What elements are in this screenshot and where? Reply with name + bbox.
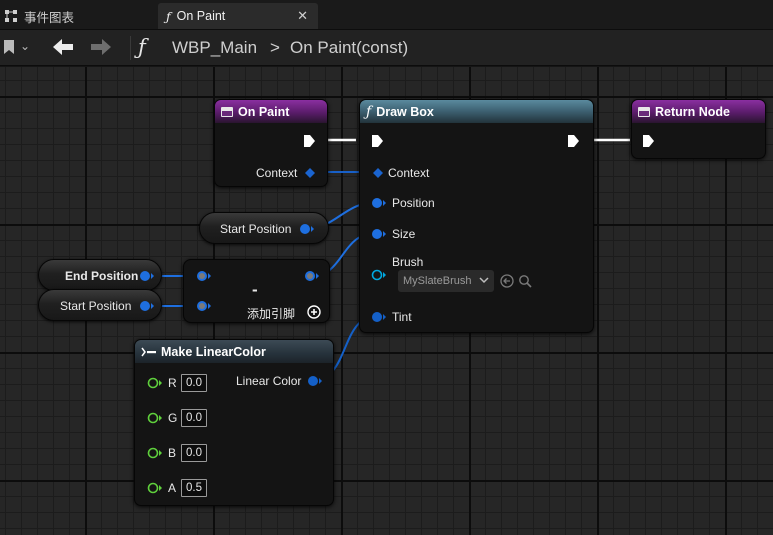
tint-input-pin[interactable] — [371, 311, 387, 323]
tab-label: 事件图表 — [24, 10, 75, 25]
brush-asset-dropdown[interactable]: MySlateBrush — [398, 270, 494, 292]
brush-asset-value: MySlateBrush — [403, 275, 472, 287]
event-graph-icon — [5, 10, 17, 22]
start-position-variable-node[interactable]: Start Position — [199, 212, 329, 244]
float-input-pin-g[interactable] — [147, 412, 163, 424]
breadcrumb-blueprint[interactable]: WBP_Main — [172, 38, 257, 58]
add-pin-label[interactable]: 添加引脚 — [247, 305, 295, 322]
tab-event-graph[interactable]: 事件图表 — [0, 3, 150, 29]
variable-label: End Position — [65, 269, 139, 283]
subtract-operator-symbol: - — [252, 280, 258, 299]
chevron-down-icon[interactable]: ⌄ — [20, 39, 30, 53]
node-header: Make LinearColor — [135, 340, 333, 363]
tab-label: On Paint — [176, 9, 226, 23]
node-header: Return Node — [632, 100, 765, 123]
vector-output-pin[interactable] — [139, 270, 155, 282]
function-icon: ƒ — [366, 103, 372, 120]
exec-output-pin[interactable] — [303, 134, 317, 148]
vector-input-pin-b[interactable] — [196, 300, 212, 312]
subtract-node[interactable]: - 添加引脚 — [183, 259, 330, 323]
float-input-pin-r[interactable] — [147, 377, 163, 389]
context-input-pin[interactable] — [372, 167, 384, 179]
context-pin-label: Context — [388, 166, 430, 180]
chevron-down-icon — [479, 277, 489, 284]
b-value-field[interactable]: 0.0 — [181, 444, 207, 462]
function-icon: ƒ — [138, 35, 146, 59]
node-header: ƒ Draw Box — [360, 100, 593, 123]
g-value-field[interactable]: 0.0 — [181, 409, 207, 427]
linear-color-output-label: Linear Color — [236, 374, 302, 388]
breadcrumb-separator: > — [270, 38, 280, 57]
exec-input-pin[interactable] — [371, 134, 385, 148]
context-output-pin[interactable] — [304, 167, 316, 179]
tab-on-paint[interactable]: ƒ On Paint ✕ — [158, 3, 318, 29]
vector-output-pin[interactable] — [299, 223, 315, 235]
variable-label: Start Position — [60, 299, 132, 313]
node-title: On Paint — [238, 104, 290, 119]
vector-output-pin[interactable] — [139, 300, 155, 312]
a-value-field[interactable]: 0.5 — [181, 479, 207, 497]
breadcrumb: ⌄ ƒ WBP_Main > On Paint(const) — [0, 30, 773, 66]
vector-input-pin-a[interactable] — [196, 270, 212, 282]
variable-label: Start Position — [220, 222, 292, 236]
use-selected-asset-icon[interactable] — [500, 274, 514, 288]
exec-input-pin[interactable] — [642, 134, 656, 148]
input-label-a: A — [168, 481, 177, 495]
node-title: Make LinearColor — [161, 344, 266, 359]
input-label-r: R — [168, 376, 177, 390]
node-title: Draw Box — [376, 104, 434, 119]
end-position-variable-node[interactable]: End Position — [38, 259, 162, 291]
draw-box-node[interactable]: ƒ Draw Box Context Position Size Brush M… — [359, 99, 594, 333]
divider — [130, 36, 131, 60]
bookmark-icon[interactable] — [4, 40, 14, 54]
input-label-g: G — [168, 411, 178, 425]
breadcrumb-function[interactable]: On Paint(const) — [290, 38, 408, 58]
make-struct-icon — [141, 347, 156, 356]
event-icon — [638, 106, 650, 117]
input-label-b: B — [168, 446, 177, 460]
exec-output-pin[interactable] — [567, 134, 581, 148]
position-input-pin[interactable] — [371, 197, 387, 209]
brush-pin-label: Brush — [392, 255, 424, 269]
tint-pin-label: Tint — [392, 310, 412, 324]
return-node[interactable]: Return Node — [631, 99, 766, 159]
add-pin-icon[interactable] — [307, 305, 321, 319]
back-arrow-icon[interactable] — [50, 36, 76, 58]
start-position-variable-node[interactable]: Start Position — [38, 289, 162, 321]
position-pin-label: Position — [392, 196, 435, 210]
browse-asset-icon[interactable] — [518, 274, 532, 288]
on-paint-node[interactable]: On Paint Context — [214, 99, 328, 187]
struct-output-pin[interactable] — [307, 375, 323, 387]
node-header: On Paint — [215, 100, 327, 123]
node-title: Return Node — [655, 104, 730, 119]
make-linear-color-node[interactable]: Make LinearColor Linear Color R 0.0 G 0.… — [134, 339, 334, 506]
size-pin-label: Size — [392, 227, 416, 241]
size-input-pin[interactable] — [371, 228, 387, 240]
graph-canvas[interactable]: On Paint Context ƒ Draw Box Context Posi… — [0, 67, 773, 535]
close-icon[interactable]: ✕ — [297, 8, 308, 24]
context-pin-label: Context — [256, 166, 298, 180]
tab-bar: 事件图表 ƒ On Paint ✕ — [0, 0, 773, 30]
vector-output-pin[interactable] — [304, 270, 320, 282]
event-icon — [221, 106, 233, 117]
float-input-pin-a[interactable] — [147, 482, 163, 494]
forward-arrow-icon[interactable] — [88, 36, 114, 58]
brush-input-pin[interactable] — [371, 269, 387, 281]
float-input-pin-b[interactable] — [147, 447, 163, 459]
r-value-field[interactable]: 0.0 — [181, 374, 207, 392]
function-icon: ƒ — [166, 8, 171, 24]
